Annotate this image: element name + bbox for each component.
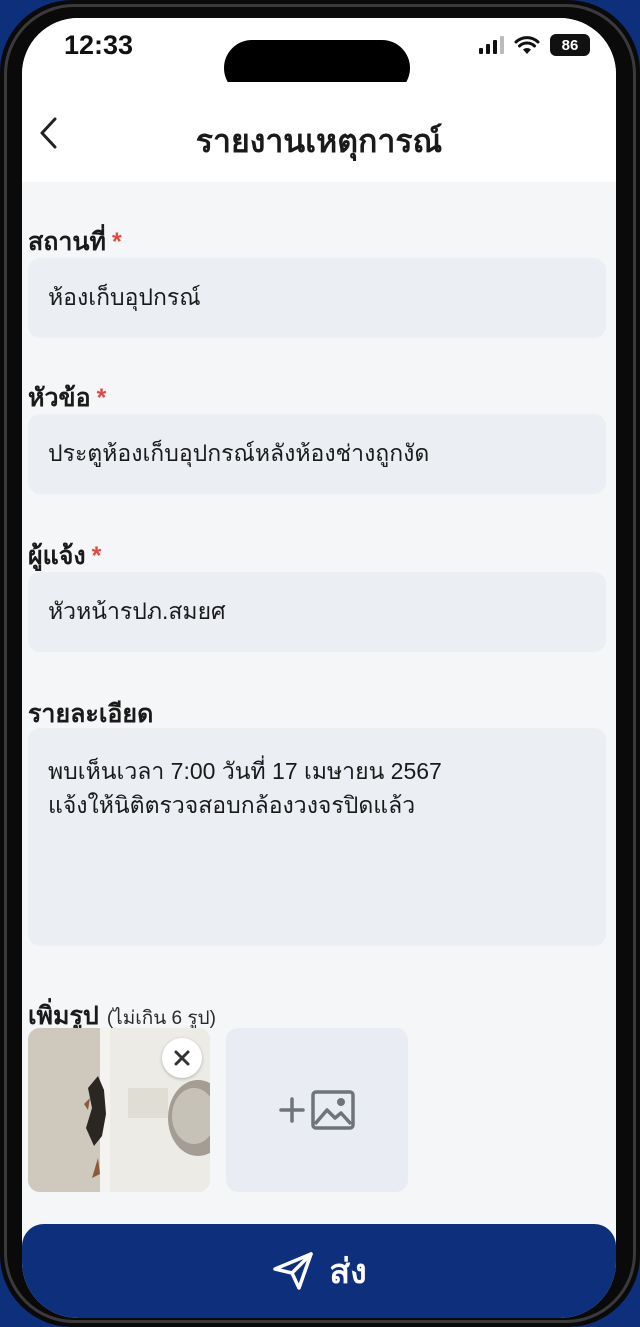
required-mark: * xyxy=(112,228,122,256)
photos-label-text: เพิ่มรูป xyxy=(28,1002,99,1030)
details-textarea[interactable]: พบเห็นเวลา 7:00 วันที่ 17 เมษายน 2567 แจ… xyxy=(28,728,606,946)
details-value: พบเห็นเวลา 7:00 วันที่ 17 เมษายน 2567 แจ… xyxy=(48,758,442,818)
location-label-text: สถานที่ xyxy=(28,228,107,256)
add-image-icon xyxy=(279,1090,355,1130)
remove-photo-button[interactable] xyxy=(162,1038,202,1078)
subject-label: หัวข้อ * xyxy=(28,378,106,418)
signal-icon xyxy=(479,36,504,54)
app-screen: 12:33 86 รายงานเหตุการณ์ สถานที่ * ห้องเ… xyxy=(22,18,616,1318)
required-mark: * xyxy=(91,542,102,570)
status-bar: 12:33 86 xyxy=(22,18,616,96)
send-icon xyxy=(273,1252,314,1290)
status-icons: 86 xyxy=(479,34,590,56)
location-field[interactable]: ห้องเก็บอุปกรณ์ xyxy=(28,258,606,338)
location-label: สถานที่ * xyxy=(28,222,122,262)
close-icon xyxy=(174,1050,190,1066)
wifi-icon xyxy=(514,35,540,55)
add-photo-button[interactable] xyxy=(226,1028,408,1192)
page-title: รายงานเหตุการณ์ xyxy=(195,123,443,159)
subject-label-text: หัวข้อ xyxy=(28,384,91,412)
reporter-value: หัวหน้ารปภ.สมยศ xyxy=(48,598,226,624)
battery-icon: 86 xyxy=(550,34,590,56)
nav-bar: รายงานเหตุการณ์ xyxy=(22,82,616,182)
reporter-label-text: ผู้แจ้ง xyxy=(28,542,86,570)
photo-thumbnail[interactable] xyxy=(28,1028,210,1192)
photos-limit-hint: (ไม่เกิน 6 รูป) xyxy=(106,1008,216,1029)
subject-value: ประตูห้องเก็บอุปกรณ์หลังห้องช่างถูกงัด xyxy=(48,440,430,466)
status-time: 12:33 xyxy=(64,30,134,60)
submit-label: ส่ง xyxy=(329,1253,367,1291)
reporter-label: ผู้แจ้ง * xyxy=(28,536,101,576)
details-label-text: รายละเอียด xyxy=(28,700,154,728)
location-value: ห้องเก็บอุปกรณ์ xyxy=(48,284,201,310)
required-mark: * xyxy=(96,384,107,412)
reporter-field[interactable]: หัวหน้ารปภ.สมยศ xyxy=(28,572,606,652)
subject-field[interactable]: ประตูห้องเก็บอุปกรณ์หลังห้องช่างถูกงัด xyxy=(28,414,606,494)
submit-button[interactable]: ส่ง xyxy=(22,1224,616,1318)
